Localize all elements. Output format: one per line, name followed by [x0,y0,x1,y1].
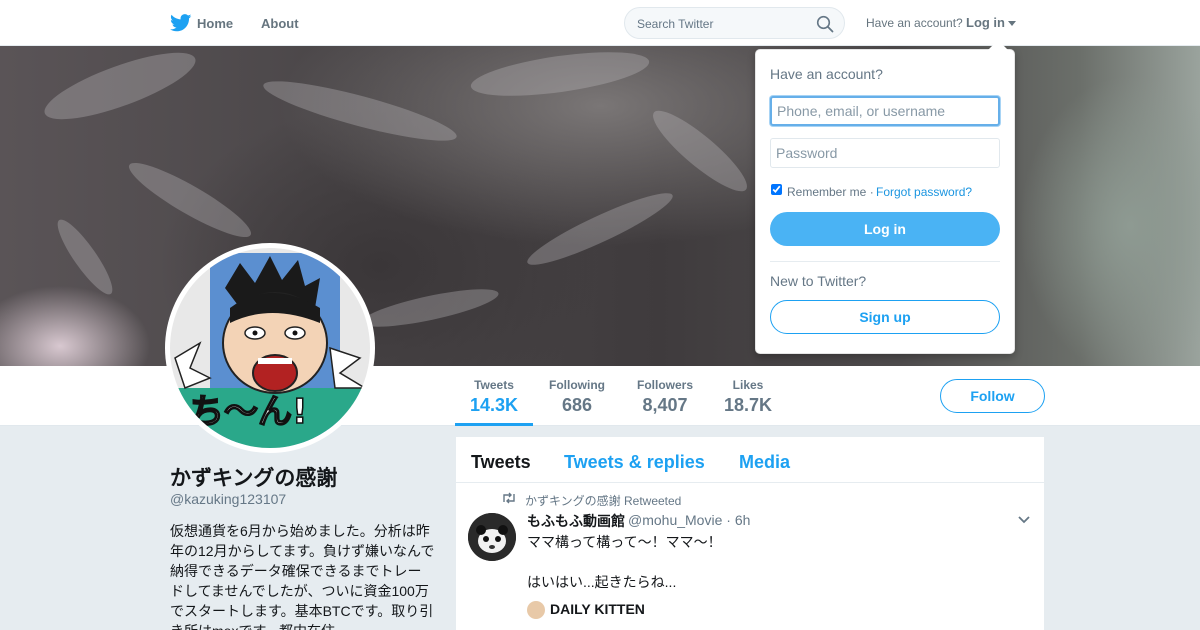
stat-label: Followers [636,378,693,392]
stat-following[interactable]: Following 686 [546,378,608,416]
profile-handle[interactable]: @kazuking123107 [170,491,286,507]
tweet-author-name[interactable]: もふもふ動画館 [527,511,625,531]
stat-tweets[interactable]: Tweets 14.3K [468,378,520,416]
profile-bio: 仮想通貨を6月から始めました。分析は昨年の12月からしてます。負けず嫌いなんで納… [170,523,435,630]
tweet-timestamp[interactable]: · 6h [726,512,750,528]
tab-tweets[interactable]: Tweets [471,452,531,473]
new-to-twitter-text: New to Twitter? [770,273,867,289]
twitter-bird-icon[interactable] [170,14,192,32]
dropdown-arrow [988,40,1008,50]
have-account-text: Have an account? [866,16,963,30]
tweet-author-handle[interactable]: @mohu_Movie · 6h [628,512,750,528]
stat-label: Likes [732,378,764,392]
tab-tweets-and-replies[interactable]: Tweets & replies [564,452,705,473]
tweet-text-line: はいはい...起きたらね... [527,574,677,590]
stat-value: 686 [561,395,593,415]
username-field[interactable] [770,96,1000,126]
search-box [624,7,845,39]
stat-value: 18.7K [723,395,773,415]
nav-home-link[interactable]: Home [197,16,233,31]
stat-followers[interactable]: Followers 8,407 [634,378,696,416]
tweet-author-avatar[interactable] [468,513,516,561]
profile-name: かずキングの感謝 [170,467,338,490]
timeline: Tweets Tweets & replies Media かずキングの感謝 R… [456,437,1044,630]
tab-media[interactable]: Media [739,452,790,473]
kitten-emoji-icon [527,601,545,619]
stat-label: Tweets [474,378,514,392]
remember-me-label[interactable]: Remember me · [787,185,874,199]
tweet-text-line: ママ構って構って〜！ママ〜！ [527,534,722,550]
stat-label: Following [549,378,605,392]
stat-likes[interactable]: Likes 18.7K [722,378,774,416]
chevron-down-icon[interactable] [1017,515,1031,525]
top-navigation-bar: Home About Have an account? Log in [0,0,1200,46]
forgot-password-link[interactable]: Forgot password? [876,185,972,199]
search-input[interactable] [637,15,807,33]
tweet[interactable]: かずキングの感謝 Retweeted もふもふ動画館 @mohu_Movie ·… [456,483,1044,630]
remember-me-checkbox[interactable] [771,184,782,195]
active-tab-indicator [455,423,533,426]
tweet-card-title[interactable]: DAILY KITTEN [550,601,645,617]
nav-about-link[interactable]: About [261,16,299,31]
retweet-icon [503,492,515,504]
stat-value: 8,407 [642,395,688,415]
svg-text:ち〜ん!: ち〜ん! [190,392,308,432]
timeline-tabs: Tweets Tweets & replies Media [456,437,1044,483]
dropdown-title: Have an account? [770,66,883,82]
login-dropdown: Have an account? Remember me · Forgot pa… [755,49,1015,354]
login-button[interactable]: Log in [770,212,1000,246]
login-dropdown-toggle[interactable]: Log in [966,15,1005,30]
profile-avatar[interactable]: ち〜ん! [165,243,375,453]
signup-button[interactable]: Sign up [770,300,1000,334]
caret-down-icon[interactable] [1008,21,1016,26]
stat-value: 14.3K [469,395,519,415]
divider [770,261,1000,262]
search-icon[interactable] [816,15,834,33]
follow-button[interactable]: Follow [940,379,1045,413]
password-field[interactable] [770,138,1000,168]
retweet-context: かずキングの感謝 Retweeted [525,494,682,508]
tweet-handle-text: @mohu_Movie [628,512,723,528]
